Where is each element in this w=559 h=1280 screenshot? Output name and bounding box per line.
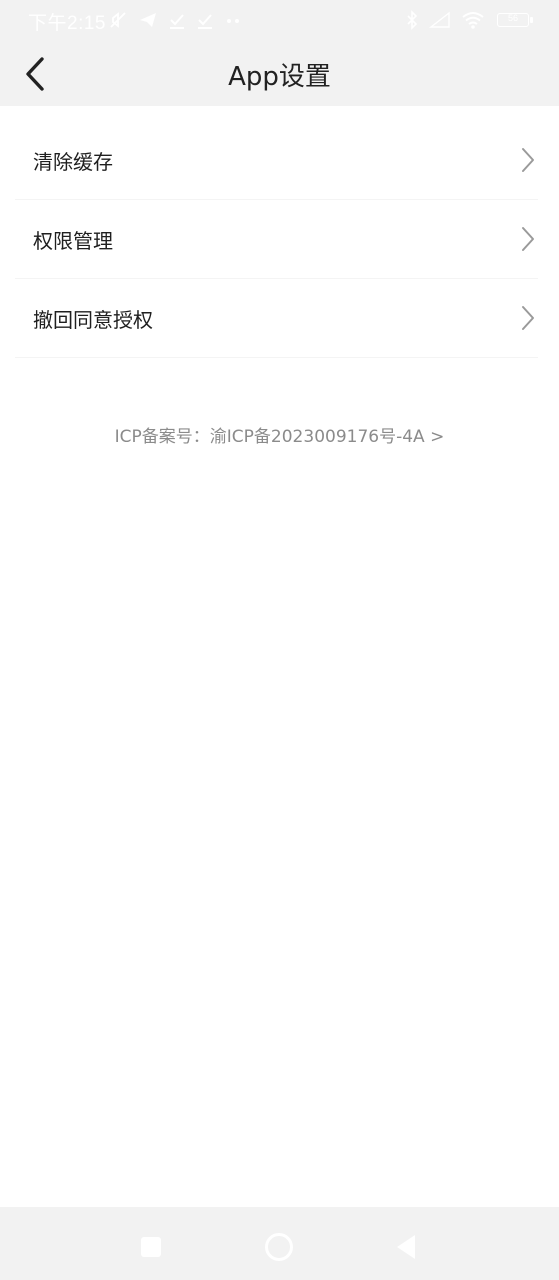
- telegram-icon: [140, 13, 156, 27]
- recent-apps-square-icon: [141, 1237, 161, 1257]
- status-time: 下午2:15: [28, 13, 106, 34]
- task-check-icon: [198, 14, 212, 29]
- menu-item-clear-cache[interactable]: 清除缓存: [15, 121, 538, 200]
- battery-level: 56: [507, 13, 518, 23]
- chevron-right-icon: [522, 306, 534, 330]
- mute-icon: [110, 12, 126, 28]
- menu-item-permission-management[interactable]: 权限管理: [15, 200, 538, 279]
- status-right-icons: [405, 10, 485, 30]
- nav-header: App设置: [0, 42, 559, 106]
- signal-icon: [429, 11, 450, 28]
- chevron-right-icon: [522, 148, 534, 172]
- back-triangle-icon: [397, 1235, 415, 1259]
- home-circle-icon: [265, 1233, 293, 1261]
- battery-icon: 56: [497, 13, 533, 27]
- back-nav-button[interactable]: [386, 1227, 426, 1267]
- menu-item-label: 清除缓存: [33, 150, 113, 174]
- page-title: App设置: [228, 62, 331, 92]
- home-button[interactable]: [259, 1227, 299, 1267]
- menu-item-label: 权限管理: [33, 229, 113, 253]
- system-nav-bar: [0, 1207, 559, 1280]
- menu-item-revoke-consent[interactable]: 撤回同意授权: [15, 279, 538, 358]
- more-dots-icon: [227, 19, 239, 23]
- icp-link[interactable]: ICP备案号：渝ICP备2023009176号-4A >: [0, 422, 559, 447]
- menu-item-label: 撤回同意授权: [33, 308, 153, 332]
- recent-apps-button[interactable]: [131, 1227, 171, 1267]
- bluetooth-icon: [407, 10, 418, 30]
- battery-tip: [530, 17, 533, 23]
- status-bar: 下午2:15 56: [0, 0, 559, 42]
- settings-menu: 清除缓存 权限管理 撤回同意授权: [15, 121, 538, 358]
- wifi-icon: [462, 12, 484, 29]
- chevron-right-icon: [522, 227, 534, 251]
- status-left-icons: [108, 10, 242, 30]
- task-check-icon: [170, 14, 184, 29]
